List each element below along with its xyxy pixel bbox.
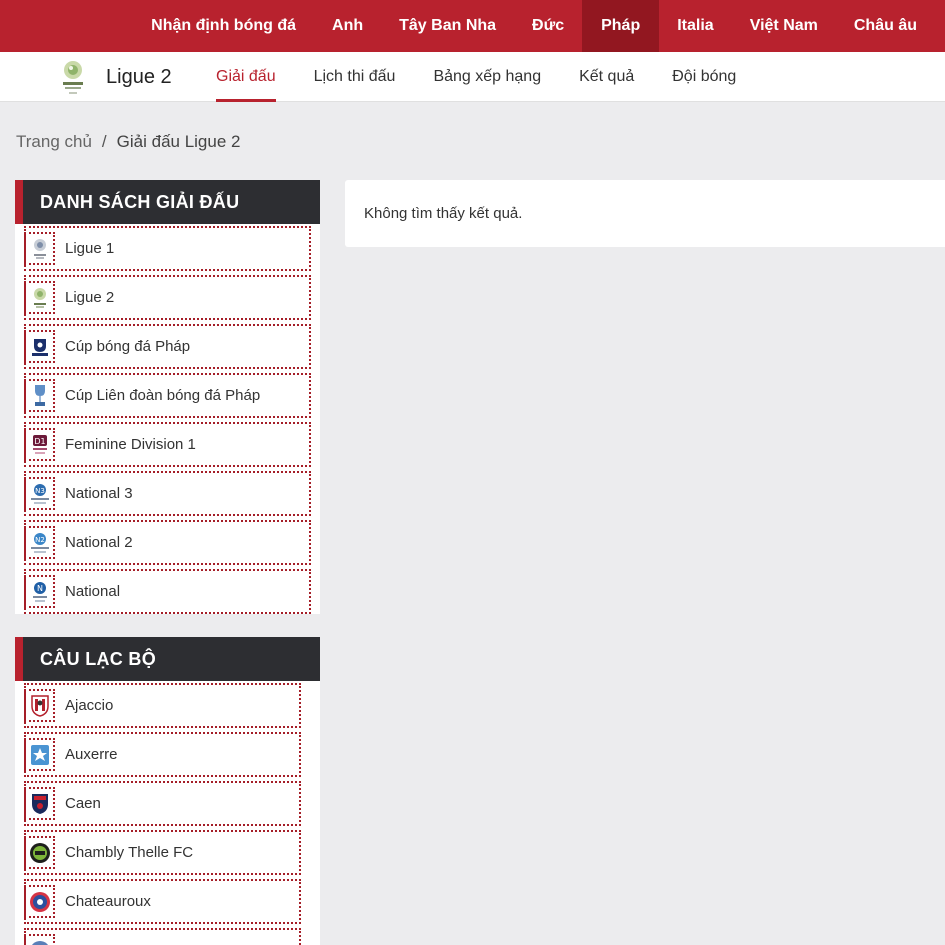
league-subnav: Ligue 2 Giải đấu Lịch thi đấu Bảng xếp h… bbox=[0, 52, 945, 102]
leagues-panel-title: DANH SÁCH GIẢI ĐẤU bbox=[15, 180, 320, 224]
national3-logo-icon: N3 bbox=[24, 477, 55, 510]
breadcrumb-home-link[interactable]: Trang chủ bbox=[16, 132, 92, 151]
topnav-item-chau-au[interactable]: Châu âu bbox=[836, 0, 945, 52]
ligue1-logo-icon bbox=[24, 232, 55, 265]
tab-bang-xep-hang[interactable]: Bảng xếp hạng bbox=[433, 52, 541, 102]
no-results-message: Không tìm thấy kết quả. bbox=[364, 205, 523, 222]
d1-feminine-logo-icon: D1 bbox=[24, 428, 55, 461]
club-item-label: Chateauroux bbox=[65, 893, 151, 910]
topnav-item-phap[interactable]: Pháp bbox=[582, 0, 660, 52]
club-item-label: Auxerre bbox=[65, 746, 118, 763]
ligue2-logo-icon bbox=[24, 281, 55, 314]
league-item-label: Feminine Division 1 bbox=[65, 436, 196, 453]
ajaccio-crest-icon bbox=[24, 689, 55, 722]
league-item-feminine-d1[interactable]: D1 Feminine Division 1 bbox=[15, 420, 320, 469]
national-logo-icon: N bbox=[24, 575, 55, 608]
club-item-next-partial[interactable] bbox=[15, 926, 320, 945]
breadcrumb: Trang chủ / Giải đấu Ligue 2 bbox=[16, 132, 240, 152]
tab-ket-qua[interactable]: Kết quả bbox=[579, 52, 634, 102]
league-item-label: Cúp Liên đoàn bóng đá Pháp bbox=[65, 387, 261, 404]
league-item-cup-phap[interactable]: Cúp bóng đá Pháp bbox=[15, 322, 320, 371]
breadcrumb-current: Giải đấu Ligue 2 bbox=[116, 132, 241, 151]
league-item-label: Cúp bóng đá Pháp bbox=[65, 338, 191, 355]
national2-logo-icon: N2 bbox=[24, 526, 55, 559]
league-item-label: National 3 bbox=[65, 485, 133, 502]
clubs-panel-title: CÂU LẠC BỘ bbox=[15, 637, 320, 681]
league-item-national-3[interactable]: N3 National 3 bbox=[15, 469, 320, 518]
club-item-ajaccio[interactable]: Ajaccio bbox=[15, 681, 320, 730]
result-card: Không tìm thấy kết quả. bbox=[345, 180, 945, 247]
league-item-national-2[interactable]: N2 National 2 bbox=[15, 518, 320, 567]
league-item-label: Ligue 1 bbox=[65, 240, 115, 257]
ligue2-logo-icon[interactable] bbox=[58, 58, 88, 98]
topnav-item-nhan-dinh[interactable]: Nhận định bóng đá bbox=[133, 0, 314, 52]
club-item-chateauroux[interactable]: Chateauroux bbox=[15, 877, 320, 926]
svg-text:N3: N3 bbox=[35, 487, 45, 495]
top-nav: Nhận định bóng đá Anh Tây Ban Nha Đức Ph… bbox=[0, 0, 945, 52]
league-item-ligue-1[interactable]: Ligue 1 bbox=[15, 224, 320, 273]
topnav-item-tay-ban-nha[interactable]: Tây Ban Nha bbox=[381, 0, 514, 52]
club-item-auxerre[interactable]: Auxerre bbox=[15, 730, 320, 779]
league-item-label: Ligue 2 bbox=[65, 289, 115, 306]
league-item-national[interactable]: N National bbox=[15, 567, 320, 616]
club-item-label: Caen bbox=[65, 795, 101, 812]
chambly-crest-icon bbox=[24, 836, 55, 869]
auxerre-crest-icon bbox=[24, 738, 55, 771]
svg-text:D1: D1 bbox=[34, 437, 45, 446]
club-item-label: Ajaccio bbox=[65, 697, 114, 714]
tab-giai-dau[interactable]: Giải đấu bbox=[216, 52, 276, 102]
clubs-panel: CÂU LẠC BỘ Ajaccio Auxerre Caen Chambly … bbox=[15, 637, 320, 945]
club-item-caen[interactable]: Caen bbox=[15, 779, 320, 828]
league-title: Ligue 2 bbox=[106, 66, 172, 88]
topnav-item-duc[interactable]: Đức bbox=[514, 0, 582, 52]
topnav-item-viet-nam[interactable]: Việt Nam bbox=[732, 0, 836, 52]
caen-crest-icon bbox=[24, 787, 55, 820]
coupe-de-france-logo-icon bbox=[24, 330, 55, 363]
breadcrumb-separator: / bbox=[101, 132, 107, 151]
topnav-item-anh[interactable]: Anh bbox=[314, 0, 381, 52]
leagues-panel: DANH SÁCH GIẢI ĐẤU Ligue 1 Ligue 2 Cúp b… bbox=[15, 180, 320, 614]
tab-doi-bong[interactable]: Đội bóng bbox=[672, 52, 736, 102]
league-item-label: National bbox=[65, 583, 121, 600]
club-crest-icon bbox=[24, 934, 55, 945]
coupe-de-la-ligue-trophy-icon bbox=[24, 379, 55, 412]
club-item-chambly[interactable]: Chambly Thelle FC bbox=[15, 828, 320, 877]
svg-text:N: N bbox=[37, 584, 43, 593]
svg-text:N2: N2 bbox=[35, 536, 45, 544]
tab-lich-thi-dau[interactable]: Lịch thi đấu bbox=[314, 52, 396, 102]
club-item-label: Chambly Thelle FC bbox=[65, 844, 194, 861]
league-item-label: National 2 bbox=[65, 534, 133, 551]
chateauroux-crest-icon bbox=[24, 885, 55, 918]
league-item-cup-lien-doan[interactable]: Cúp Liên đoàn bóng đá Pháp bbox=[15, 371, 320, 420]
topnav-item-italia[interactable]: Italia bbox=[659, 0, 731, 52]
league-item-ligue-2[interactable]: Ligue 2 bbox=[15, 273, 320, 322]
